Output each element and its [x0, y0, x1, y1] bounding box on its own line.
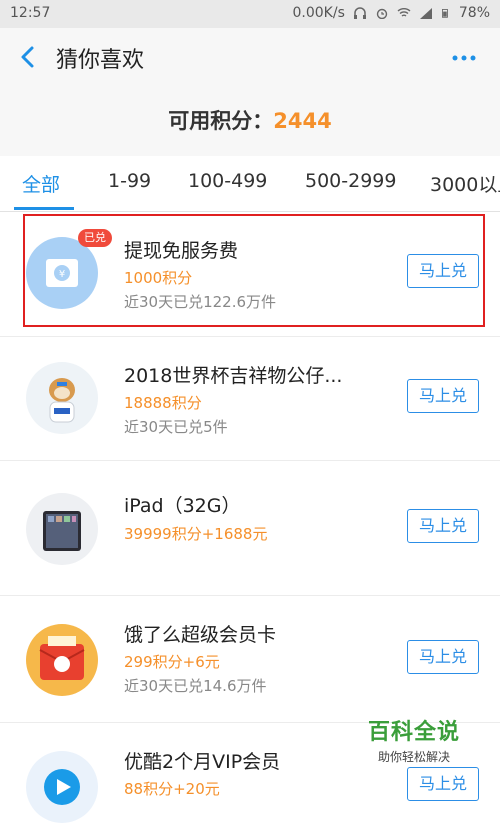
- alarm-icon: [376, 8, 388, 19]
- redeem-button[interactable]: 马上兑: [407, 379, 479, 413]
- wifi-icon: [397, 8, 411, 17]
- tab-500-2999[interactable]: 500-2999: [305, 170, 396, 192]
- back-arrow-icon[interactable]: [16, 42, 42, 72]
- headphones-icon: [353, 7, 366, 19]
- tab-100-499[interactable]: 100-499: [188, 170, 267, 192]
- tab-1-99[interactable]: 1-99: [108, 170, 151, 192]
- available-points: 可用积分：2444: [0, 86, 500, 156]
- item-name: iPad（32G）: [124, 495, 241, 517]
- status-bar: 12:57 0.00K/s 78%: [0, 0, 500, 28]
- watermark-subtitle: 助你轻松解决: [377, 750, 450, 764]
- item-name: 饿了么超级会员卡: [124, 624, 277, 646]
- eleme-membership-icon: [26, 624, 98, 696]
- highlight-box: [23, 214, 485, 327]
- item-sold-count: 近30天已兑5件: [124, 418, 228, 436]
- ipad-icon: [26, 493, 98, 565]
- points-label: 可用积分：: [168, 109, 274, 133]
- item-price: 18888积分: [124, 394, 202, 412]
- watermark-logo: 百科全说 助你轻松解决: [354, 714, 474, 764]
- redeem-button[interactable]: 马上兑: [407, 767, 479, 801]
- network-speed: 0.00K/s: [292, 5, 345, 21]
- redeem-button[interactable]: 马上兑: [407, 640, 479, 674]
- tab-all[interactable]: 全部: [22, 170, 60, 197]
- signal-icon: [419, 8, 432, 19]
- item-sold-count: 近30天已兑14.6万件: [124, 677, 267, 695]
- item-name: 2018世界杯吉祥物公仔...: [124, 365, 343, 387]
- world-cup-mascot-icon: [26, 362, 98, 434]
- list-item: 2018世界杯吉祥物公仔... 18888积分 近30天已兑5件 马上兑: [0, 337, 500, 459]
- points-value: 2444: [273, 109, 332, 133]
- item-price: 299积分+6元: [124, 653, 220, 671]
- page-title: 猜你喜欢: [56, 48, 145, 73]
- list-item: 饿了么超级会员卡 299积分+6元 近30天已兑14.6万件 马上兑: [0, 596, 500, 721]
- active-tab-indicator: [14, 207, 74, 210]
- title-bar: 猜你喜欢: [0, 28, 500, 87]
- status-icons: 0.00K/s 78%: [293, 5, 491, 21]
- item-price: 88积分+20元: [124, 780, 220, 798]
- list-item: iPad（32G） 39999积分+1688元 马上兑: [0, 461, 500, 594]
- watermark-title: 百科全说: [367, 720, 460, 745]
- item-price: 39999积分+1688元: [124, 525, 268, 543]
- tab-3000-plus[interactable]: 3000以上: [430, 170, 500, 197]
- youku-icon: [26, 751, 98, 823]
- redeem-button[interactable]: 马上兑: [407, 509, 479, 543]
- item-name: 优酷2个月VIP会员: [124, 751, 281, 773]
- more-icon[interactable]: [450, 46, 478, 66]
- status-time: 12:57: [10, 5, 51, 21]
- battery-percent: 78%: [458, 5, 490, 21]
- filter-tabs: 全部 1-99 100-499 500-2999 3000以上: [0, 156, 500, 212]
- battery-icon: [441, 9, 448, 18]
